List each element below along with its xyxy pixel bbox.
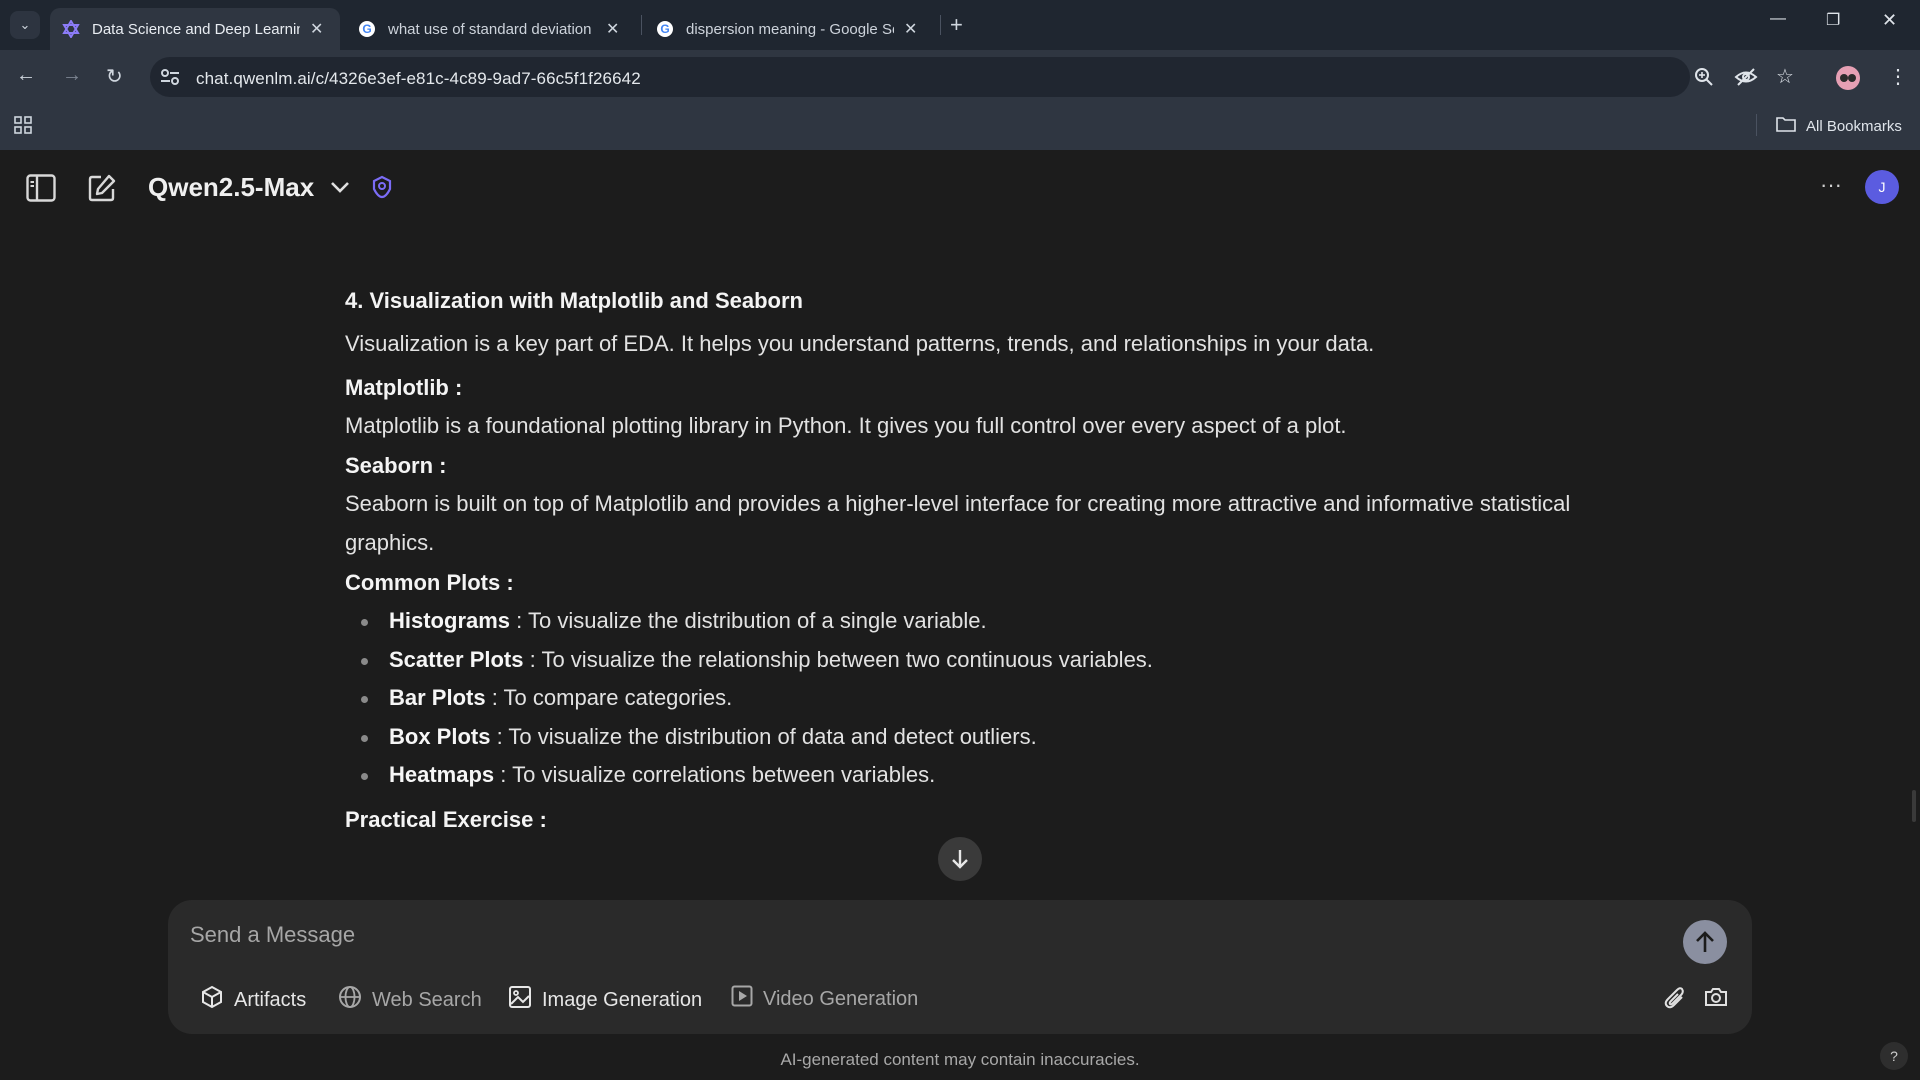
all-bookmarks-button[interactable]: All Bookmarks bbox=[1776, 116, 1902, 137]
tab-dispersion-meaning[interactable]: G dispersion meaning - Google Se ✕ bbox=[644, 8, 936, 50]
attachment-paperclip-icon[interactable] bbox=[1664, 986, 1686, 1016]
eye-off-icon[interactable] bbox=[1734, 67, 1758, 92]
reload-icon[interactable]: ↻ bbox=[106, 64, 123, 89]
bookmark-star-icon[interactable]: ☆ bbox=[1776, 64, 1794, 89]
chevron-down-icon[interactable] bbox=[330, 174, 350, 200]
tab-title: dispersion meaning - Google Se bbox=[686, 20, 894, 38]
plot-name: Box Plots bbox=[389, 723, 491, 749]
tab-separator bbox=[641, 15, 642, 35]
google-favicon-icon: G bbox=[656, 20, 674, 38]
tab-search-button[interactable]: ⌄ bbox=[10, 11, 40, 39]
chrome-menu-icon[interactable]: ⋮ bbox=[1888, 64, 1908, 89]
exercise-title: Practical Exercise bbox=[345, 806, 534, 832]
image-icon bbox=[508, 985, 532, 1015]
plot-name: Bar Plots bbox=[389, 685, 486, 710]
url-text[interactable]: chat.qwenlm.ai/c/4326e3ef-e81c-4c89-9ad7… bbox=[196, 69, 641, 89]
minimize-icon[interactable]: — bbox=[1770, 10, 1786, 28]
back-arrow-icon[interactable]: ← bbox=[16, 64, 36, 87]
common-plots-subheading: Common Plots : bbox=[345, 570, 1585, 596]
more-options-icon[interactable]: ··· bbox=[1820, 172, 1842, 198]
list-item: Histograms : To visualize the distributi… bbox=[345, 602, 1585, 641]
seaborn-subheading: Seaborn : bbox=[345, 453, 1585, 479]
image-generation-label: Image Generation bbox=[542, 988, 703, 1011]
tab-title: Data Science and Deep Learnin bbox=[92, 20, 300, 38]
user-avatar[interactable]: J bbox=[1865, 170, 1899, 204]
google-favicon-icon: G bbox=[358, 20, 376, 38]
matplotlib-subheading: Matplotlib : bbox=[345, 375, 1585, 401]
web-search-button[interactable]: Web Search bbox=[338, 985, 482, 1015]
restore-icon[interactable]: ❐ bbox=[1826, 10, 1840, 30]
bookmarks-separator bbox=[1756, 114, 1757, 136]
arrow-down-icon bbox=[952, 850, 968, 869]
site-settings-icon[interactable] bbox=[160, 68, 180, 86]
tab-separator bbox=[940, 15, 941, 35]
qwen-favicon-icon bbox=[62, 20, 80, 38]
list-item: Heatmaps : To visualize correlations bet… bbox=[345, 756, 1585, 795]
plot-desc: To visualize correlations between variab… bbox=[512, 762, 936, 787]
apps-grid-icon[interactable] bbox=[14, 116, 32, 139]
svg-text:G: G bbox=[362, 22, 371, 36]
intro-paragraph: Visualization is a key part of EDA. It h… bbox=[345, 331, 1375, 356]
camera-icon[interactable] bbox=[1704, 986, 1728, 1014]
practical-exercise-subheading: Practical Exercise : bbox=[345, 807, 1585, 833]
plot-name: Heatmaps bbox=[389, 762, 495, 787]
section-heading: 4. Visualization with Matplotlib and Sea… bbox=[345, 288, 803, 313]
close-window-icon[interactable]: ✕ bbox=[1882, 10, 1897, 31]
common-plots-title: Common Plots bbox=[345, 570, 501, 595]
plot-name: Histograms bbox=[389, 608, 511, 633]
video-play-icon bbox=[731, 985, 753, 1013]
plot-desc: To visualize the distribution of a singl… bbox=[528, 608, 987, 633]
plots-list: Histograms : To visualize the distributi… bbox=[345, 602, 1585, 795]
list-item: Bar Plots : To compare categories. bbox=[345, 679, 1585, 718]
plot-desc: To visualize the relationship between tw… bbox=[541, 646, 1153, 672]
artifacts-button[interactable]: Artifacts bbox=[200, 985, 306, 1015]
zoom-icon[interactable] bbox=[1694, 67, 1714, 92]
colon: : bbox=[500, 570, 514, 595]
all-bookmarks-label: All Bookmarks bbox=[1806, 118, 1902, 135]
chrome-profile-avatar[interactable] bbox=[1836, 66, 1860, 90]
colon: : bbox=[448, 375, 463, 400]
scrollbar-handle[interactable] bbox=[1912, 790, 1916, 822]
tab-standard-deviation[interactable]: G what use of standard deviation ✕ bbox=[346, 8, 638, 50]
tab-data-science[interactable]: Data Science and Deep Learnin ✕ bbox=[50, 8, 340, 50]
seaborn-title: Seaborn bbox=[345, 453, 434, 478]
new-tab-plus-icon[interactable]: + bbox=[950, 12, 963, 38]
plot-name: Scatter Plots bbox=[389, 646, 524, 672]
bookmarks-bar bbox=[0, 102, 1920, 150]
help-button[interactable]: ? bbox=[1880, 1042, 1908, 1070]
model-feature-badge-icon[interactable] bbox=[370, 175, 394, 205]
cube-icon bbox=[200, 985, 224, 1015]
model-selector-name[interactable]: Qwen2.5-Max bbox=[148, 172, 314, 203]
close-tab-icon[interactable]: ✕ bbox=[606, 19, 619, 39]
send-button[interactable] bbox=[1683, 920, 1727, 964]
folder-icon bbox=[1776, 116, 1796, 137]
close-tab-icon[interactable]: ✕ bbox=[904, 19, 917, 39]
tab-title: what use of standard deviation bbox=[388, 20, 592, 38]
matplotlib-paragraph: Matplotlib is a foundational plotting li… bbox=[345, 413, 1347, 438]
message-input[interactable] bbox=[190, 922, 1640, 948]
sidebar-toggle-icon[interactable] bbox=[26, 174, 56, 209]
colon: : bbox=[533, 806, 547, 832]
assistant-message: 4. Visualization with Matplotlib and Sea… bbox=[345, 288, 1585, 833]
close-tab-icon[interactable]: ✕ bbox=[310, 19, 323, 39]
plot-desc: To visualize the distribution of data an… bbox=[508, 723, 1037, 749]
plot-desc: To compare categories. bbox=[503, 685, 733, 710]
artifacts-label: Artifacts bbox=[234, 988, 307, 1011]
matplotlib-title: Matplotlib bbox=[345, 375, 449, 400]
web-search-label: Web Search bbox=[372, 988, 482, 1011]
forward-arrow-icon[interactable]: → bbox=[62, 64, 82, 87]
arrow-up-icon bbox=[1696, 931, 1714, 952]
colon: : bbox=[433, 453, 447, 478]
new-chat-edit-icon[interactable] bbox=[88, 174, 116, 209]
globe-icon bbox=[338, 985, 362, 1015]
video-generation-label: Video Generation bbox=[763, 987, 919, 1010]
image-generation-button[interactable]: Image Generation bbox=[508, 985, 702, 1015]
ai-disclaimer: AI-generated content may contain inaccur… bbox=[780, 1050, 1140, 1069]
list-item: Box Plots : To visualize the distributio… bbox=[345, 718, 1585, 757]
list-item: Scatter Plots : To visualize the relatio… bbox=[345, 641, 1585, 680]
scroll-to-bottom-button[interactable] bbox=[938, 837, 982, 881]
video-generation-button[interactable]: Video Generation bbox=[731, 985, 918, 1013]
svg-text:G: G bbox=[660, 22, 669, 36]
seaborn-paragraph: Seaborn is built on top of Matplotlib an… bbox=[345, 491, 1571, 555]
